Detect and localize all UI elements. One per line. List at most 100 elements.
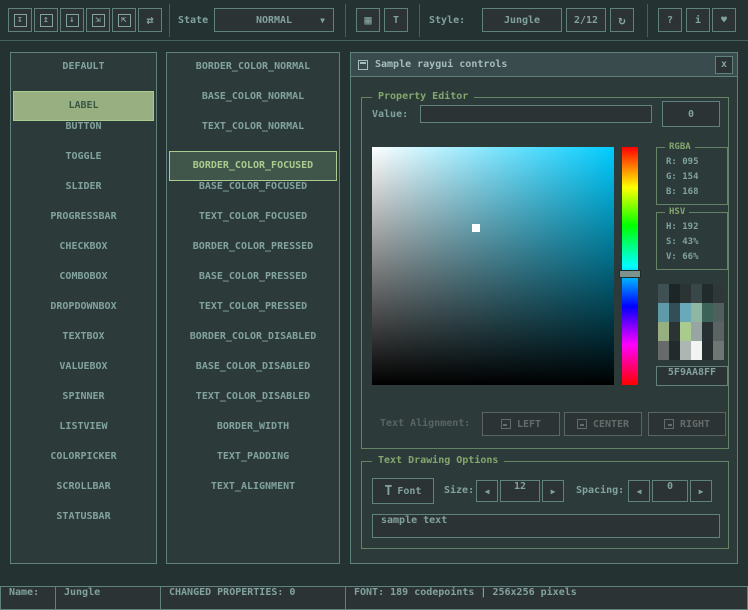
align-right-button[interactable]: RIGHT bbox=[648, 412, 726, 436]
property-list-item[interactable]: BORDER_COLOR_PRESSED bbox=[169, 241, 337, 271]
palette-swatch[interactable] bbox=[680, 322, 691, 341]
palette-swatch[interactable] bbox=[713, 284, 724, 303]
text-icon: T bbox=[393, 15, 399, 26]
control-list-item[interactable]: TOGGLE bbox=[13, 151, 154, 181]
control-list-item[interactable]: CHECKBOX bbox=[13, 241, 154, 271]
property-list-item[interactable]: BORDER_COLOR_DISABLED bbox=[169, 331, 337, 361]
palette-swatch[interactable] bbox=[713, 322, 724, 341]
palette-swatch[interactable] bbox=[702, 303, 713, 322]
palette-swatch[interactable] bbox=[713, 341, 724, 360]
palette-swatch[interactable] bbox=[702, 284, 713, 303]
palette-swatch[interactable] bbox=[680, 303, 691, 322]
palette-swatch[interactable] bbox=[658, 284, 669, 303]
align-center-button[interactable]: CENTER bbox=[564, 412, 642, 436]
chevron-down-icon: ▼ bbox=[320, 16, 325, 25]
control-list-item[interactable]: STATUSBAR bbox=[13, 511, 154, 541]
new-style-button[interactable]: ↧ bbox=[8, 8, 32, 32]
property-list-item[interactable]: BORDER_COLOR_FOCUSED bbox=[169, 151, 337, 181]
spacing-increase-button[interactable]: ▶ bbox=[690, 480, 712, 502]
palette-swatch[interactable] bbox=[658, 322, 669, 341]
control-list-item[interactable]: SLIDER bbox=[13, 181, 154, 211]
reload-style-button[interactable]: ↻ bbox=[610, 8, 634, 32]
sponsor-button[interactable]: ♥ bbox=[712, 8, 736, 32]
size-value[interactable]: 12 bbox=[500, 480, 540, 502]
color-picker[interactable] bbox=[372, 147, 614, 385]
font-view-button[interactable]: T bbox=[384, 8, 408, 32]
style-name-field[interactable]: Jungle bbox=[55, 586, 161, 610]
spacing-value[interactable]: 0 bbox=[652, 480, 688, 502]
control-list-item[interactable]: TEXTBOX bbox=[13, 331, 154, 361]
palette-swatch[interactable] bbox=[658, 303, 669, 322]
window-titlebar[interactable]: Sample raygui controls x bbox=[351, 53, 737, 77]
sample-text-box[interactable]: sample text bbox=[372, 514, 720, 538]
style-index-button[interactable]: 2/12 bbox=[566, 8, 606, 32]
font-button[interactable]: T Font bbox=[372, 478, 434, 504]
property-list-item[interactable]: TEXT_COLOR_PRESSED bbox=[169, 301, 337, 331]
control-list-item[interactable]: SCROLLBAR bbox=[13, 481, 154, 511]
control-list-item[interactable]: SPINNER bbox=[13, 391, 154, 421]
palette-swatch[interactable] bbox=[669, 341, 680, 360]
align-left-icon bbox=[501, 419, 511, 429]
value-mode-button[interactable]: 0 bbox=[662, 101, 720, 127]
statusbar: Name: Jungle CHANGED PROPERTIES: 0 FONT:… bbox=[0, 586, 748, 610]
value-input[interactable] bbox=[420, 105, 652, 123]
control-list-item[interactable]: VALUEBOX bbox=[13, 361, 154, 391]
color-picker-cursor[interactable] bbox=[472, 224, 480, 232]
palette-swatch[interactable] bbox=[702, 322, 713, 341]
palette-swatch[interactable] bbox=[691, 341, 702, 360]
size-increase-button[interactable]: ▶ bbox=[542, 480, 564, 502]
palette-swatch[interactable] bbox=[669, 303, 680, 322]
property-list-item[interactable]: BASE_COLOR_FOCUSED bbox=[169, 181, 337, 211]
reload-icon: ↻ bbox=[618, 14, 625, 26]
hue-slider-handle[interactable] bbox=[619, 270, 641, 278]
palette-swatch[interactable] bbox=[702, 341, 713, 360]
palette-swatch[interactable] bbox=[669, 322, 680, 341]
spacing-decrease-button[interactable]: ◀ bbox=[628, 480, 650, 502]
control-list-item[interactable]: DROPDOWNBOX bbox=[13, 301, 154, 331]
toolbar-divider bbox=[419, 4, 420, 37]
hex-value[interactable]: 5F9AA8FF bbox=[656, 366, 728, 386]
control-list-item[interactable]: LISTVIEW bbox=[13, 421, 154, 451]
property-list-item[interactable]: BORDER_COLOR_NORMAL bbox=[169, 61, 337, 91]
hue-slider[interactable] bbox=[622, 147, 638, 385]
property-list-item[interactable]: TEXT_ALIGNMENT bbox=[169, 481, 337, 511]
help-button[interactable]: ? bbox=[658, 8, 682, 32]
control-list-item[interactable]: PROGRESSBAR bbox=[13, 211, 154, 241]
property-list-item[interactable]: TEXT_COLOR_FOCUSED bbox=[169, 211, 337, 241]
text-alignment-label: Text Alignment: bbox=[380, 418, 470, 429]
random-style-button[interactable]: ⇄ bbox=[138, 8, 162, 32]
property-list-item[interactable]: BORDER_WIDTH bbox=[169, 421, 337, 451]
palette-swatch[interactable] bbox=[691, 303, 702, 322]
state-dropdown[interactable]: NORMAL ▼ bbox=[214, 8, 334, 32]
control-list-item[interactable]: DEFAULT bbox=[13, 61, 154, 91]
import-style-button[interactable]: ⇱ bbox=[112, 8, 136, 32]
property-list-item[interactable]: BASE_COLOR_PRESSED bbox=[169, 271, 337, 301]
save-style-button[interactable]: ↓ bbox=[60, 8, 84, 32]
style-table-view-button[interactable]: ▦ bbox=[356, 8, 380, 32]
close-button[interactable]: x bbox=[715, 56, 733, 74]
control-list-item[interactable]: LABEL bbox=[13, 91, 154, 121]
style-name-button[interactable]: Jungle bbox=[482, 8, 562, 32]
size-decrease-button[interactable]: ◀ bbox=[476, 480, 498, 502]
palette-swatch[interactable] bbox=[713, 303, 724, 322]
color-palette bbox=[658, 284, 724, 360]
control-list-item[interactable]: BUTTON bbox=[13, 121, 154, 151]
palette-swatch[interactable] bbox=[680, 341, 691, 360]
control-list-item[interactable]: COLORPICKER bbox=[13, 451, 154, 481]
palette-swatch[interactable] bbox=[680, 284, 691, 303]
property-list-item[interactable]: TEXT_COLOR_DISABLED bbox=[169, 391, 337, 421]
property-list-item[interactable]: BASE_COLOR_NORMAL bbox=[169, 91, 337, 121]
property-list-item[interactable]: TEXT_PADDING bbox=[169, 451, 337, 481]
control-list-item[interactable]: COMBOBOX bbox=[13, 271, 154, 301]
palette-swatch[interactable] bbox=[658, 341, 669, 360]
property-list-item[interactable]: BASE_COLOR_DISABLED bbox=[169, 361, 337, 391]
palette-swatch[interactable] bbox=[669, 284, 680, 303]
export-style-button[interactable]: ⇲ bbox=[86, 8, 110, 32]
controls-list: DEFAULTLABELBUTTONTOGGLESLIDERPROGRESSBA… bbox=[10, 52, 157, 564]
palette-swatch[interactable] bbox=[691, 322, 702, 341]
load-style-button[interactable]: ↥ bbox=[34, 8, 58, 32]
align-left-button[interactable]: LEFT bbox=[482, 412, 560, 436]
info-button[interactable]: i bbox=[686, 8, 710, 32]
property-list-item[interactable]: TEXT_COLOR_NORMAL bbox=[169, 121, 337, 151]
palette-swatch[interactable] bbox=[691, 284, 702, 303]
